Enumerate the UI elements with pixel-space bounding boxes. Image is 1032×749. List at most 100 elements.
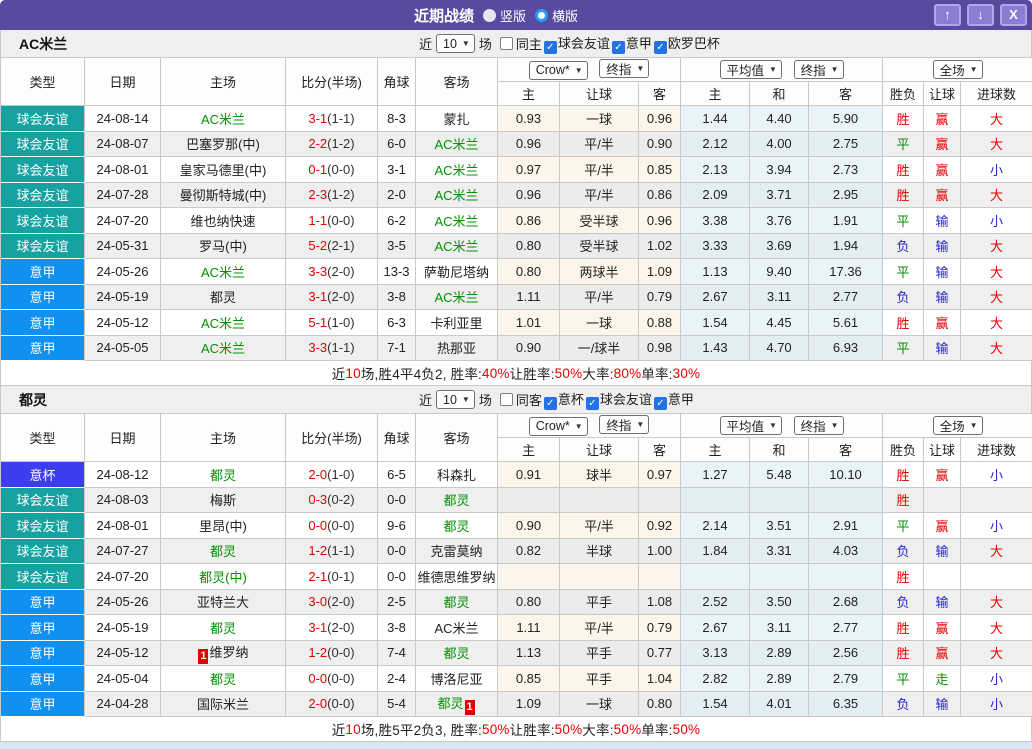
date-cell: 24-05-31 <box>85 234 161 260</box>
summary-segment: 50% <box>555 722 583 737</box>
sub-header-avg-away: 客 <box>809 82 883 106</box>
odds-provider-select[interactable]: Crow* ▼ <box>529 417 588 436</box>
sub-header-hcp-line: 让球 <box>560 82 639 106</box>
same-venue-checkbox[interactable] <box>500 37 513 50</box>
corners-cell: 13-3 <box>378 259 416 285</box>
avg-home-odds: 2.13 <box>681 157 750 183</box>
match-count-select[interactable]: 10 ▼ <box>436 34 475 53</box>
avg-draw-odds: 4.45 <box>750 310 809 336</box>
close-button[interactable]: X <box>1000 4 1027 26</box>
sub-header-hcp-home: 主 <box>498 438 560 462</box>
col-header-home: 主场 <box>161 58 286 106</box>
league-checkbox[interactable]: ✓ <box>544 397 557 410</box>
result-handicap <box>924 564 961 590</box>
average-time-select[interactable]: 终指 ▼ <box>794 416 844 435</box>
match-row: 球会友谊24-08-01皇家马德里(中)0-1(0-0)3-1AC米兰0.97平… <box>1 157 1032 183</box>
avg-away-odds: 2.95 <box>809 183 883 209</box>
handicap-away-odds: 0.80 <box>639 692 681 718</box>
league-checkbox[interactable]: ✓ <box>544 41 557 54</box>
odds-time-select[interactable]: 终指 ▼ <box>599 59 649 78</box>
avg-away-odds: 1.94 <box>809 234 883 260</box>
avg-draw-odds <box>750 564 809 590</box>
match-row: 球会友谊24-07-20都灵(中)2-1(0-1)0-0维德思维罗纳胜 <box>1 564 1032 590</box>
dropdown-arrow-icon: ▼ <box>575 422 583 431</box>
score-cell: 3-1(1-1) <box>286 106 378 132</box>
odds-time-select[interactable]: 终指 ▼ <box>599 415 649 434</box>
average-odds-header: 平均值 ▼ 终指 ▼ <box>681 414 883 438</box>
result-handicap <box>924 488 961 514</box>
sub-header-hcp-home: 主 <box>498 82 560 106</box>
half-time-score: (1-0) <box>327 315 354 330</box>
match-row: 球会友谊24-07-28曼彻斯特城(中)2-3(1-2)2-0AC米兰0.96平… <box>1 183 1032 209</box>
scope-select[interactable]: 全场 ▼ <box>933 416 983 435</box>
league-checkbox-label: 意杯 <box>558 392 584 407</box>
league-checkbox[interactable]: ✓ <box>654 41 667 54</box>
half-time-score: (0-0) <box>327 518 354 533</box>
league-cell: 球会友谊 <box>1 183 85 209</box>
score-cell: 2-2(1-2) <box>286 132 378 158</box>
summary-segment: 10 <box>345 366 360 381</box>
scope-select[interactable]: 全场 ▼ <box>933 60 983 79</box>
result-goals: 大 <box>961 336 1032 362</box>
team-label: 蒙扎 <box>443 112 469 127</box>
handicap-home-odds: 1.11 <box>498 285 560 311</box>
summary-segment: 10 <box>345 722 360 737</box>
handicap-home-odds: 1.09 <box>498 692 560 718</box>
average-time-select[interactable]: 终指 ▼ <box>794 60 844 79</box>
full-time-score: 1-2 <box>308 645 327 660</box>
league-cell: 意甲 <box>1 666 85 692</box>
result-handicap: 赢 <box>924 615 961 641</box>
team-label: AC米兰 <box>434 214 478 229</box>
result-goals: 大 <box>961 641 1032 667</box>
scroll-up-button[interactable]: ↑ <box>934 4 961 26</box>
team-label: AC米兰 <box>201 316 245 331</box>
titlebar: 近期战绩 竖版 横版 ↑ ↓ X <box>0 0 1032 30</box>
team-label: 都灵 <box>443 519 469 534</box>
scope-value: 全场 <box>940 416 965 435</box>
same-venue-checkbox[interactable] <box>500 393 513 406</box>
view-option-vertical[interactable]: 竖版 <box>483 6 526 25</box>
result-outcome: 负 <box>883 692 924 718</box>
team-name: 都灵 <box>19 390 47 410</box>
radio-selected-icon[interactable] <box>535 9 548 22</box>
handicap-home-odds: 0.93 <box>498 106 560 132</box>
result-goals: 大 <box>961 132 1032 158</box>
match-count-select[interactable]: 10 ▼ <box>436 390 475 409</box>
odds-provider-select[interactable]: Crow* ▼ <box>529 61 588 80</box>
corners-cell: 5-4 <box>378 692 416 718</box>
home-team-cell: 维也纳快速 <box>161 208 286 234</box>
odds-provider-value: Crow* <box>536 63 570 77</box>
corners-cell: 3-1 <box>378 157 416 183</box>
radio-unselected-icon[interactable] <box>483 9 496 22</box>
sub-header-avg-draw: 和 <box>750 82 809 106</box>
score-cell: 5-1(1-0) <box>286 310 378 336</box>
scroll-down-button[interactable]: ↓ <box>967 4 994 26</box>
summary-segment: 50% <box>673 722 701 737</box>
avg-draw-odds <box>750 488 809 514</box>
view-option-horizontal[interactable]: 横版 <box>535 6 578 25</box>
half-time-score: (0-1) <box>327 569 354 584</box>
score-cell: 0-3(0-2) <box>286 488 378 514</box>
league-checkbox[interactable]: ✓ <box>654 397 667 410</box>
average-time-value: 终指 <box>801 416 826 435</box>
bottom-strip <box>0 742 1032 749</box>
league-checkbox[interactable]: ✓ <box>612 41 625 54</box>
league-checkbox-label: 意甲 <box>668 392 694 407</box>
date-cell: 24-08-01 <box>85 513 161 539</box>
date-cell: 24-05-26 <box>85 259 161 285</box>
away-team-cell: 都灵 <box>416 488 498 514</box>
half-time-score: (1-2) <box>327 187 354 202</box>
home-team-cell: 都灵 <box>161 666 286 692</box>
home-team-cell: 罗马(中) <box>161 234 286 260</box>
result-goals: 小 <box>961 513 1032 539</box>
handicap-line: 一球 <box>560 106 639 132</box>
team-label: 卡利亚里 <box>430 316 482 331</box>
match-row: 球会友谊24-05-31罗马(中)5-2(2-1)3-5AC米兰0.80受半球1… <box>1 234 1032 260</box>
average-select[interactable]: 平均值 ▼ <box>720 60 782 79</box>
average-select[interactable]: 平均值 ▼ <box>720 416 782 435</box>
avg-draw-odds: 3.11 <box>750 285 809 311</box>
team-label: AC米兰 <box>201 265 245 280</box>
result-handicap: 输 <box>924 590 961 616</box>
handicap-home-odds: 1.11 <box>498 615 560 641</box>
league-checkbox[interactable]: ✓ <box>586 397 599 410</box>
